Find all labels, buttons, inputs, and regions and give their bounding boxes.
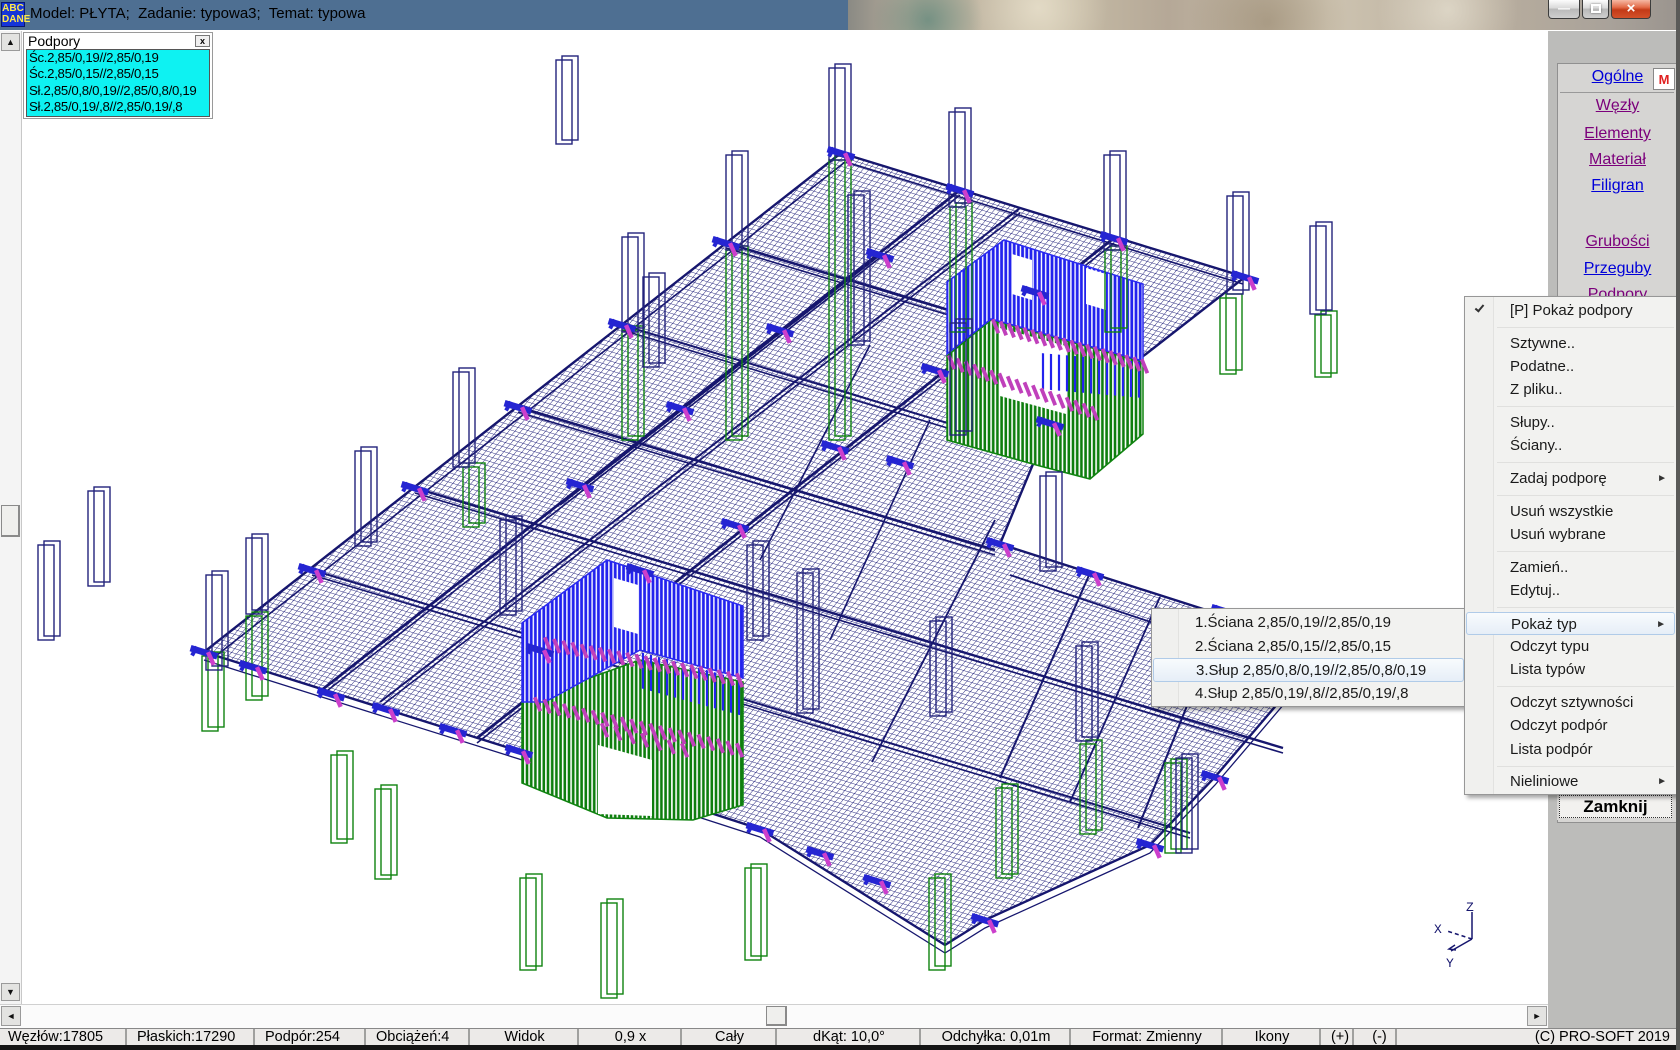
svg-text:Z: Z bbox=[1466, 900, 1474, 915]
svg-text:X: X bbox=[1434, 922, 1442, 937]
svg-text:Y: Y bbox=[1446, 956, 1454, 971]
